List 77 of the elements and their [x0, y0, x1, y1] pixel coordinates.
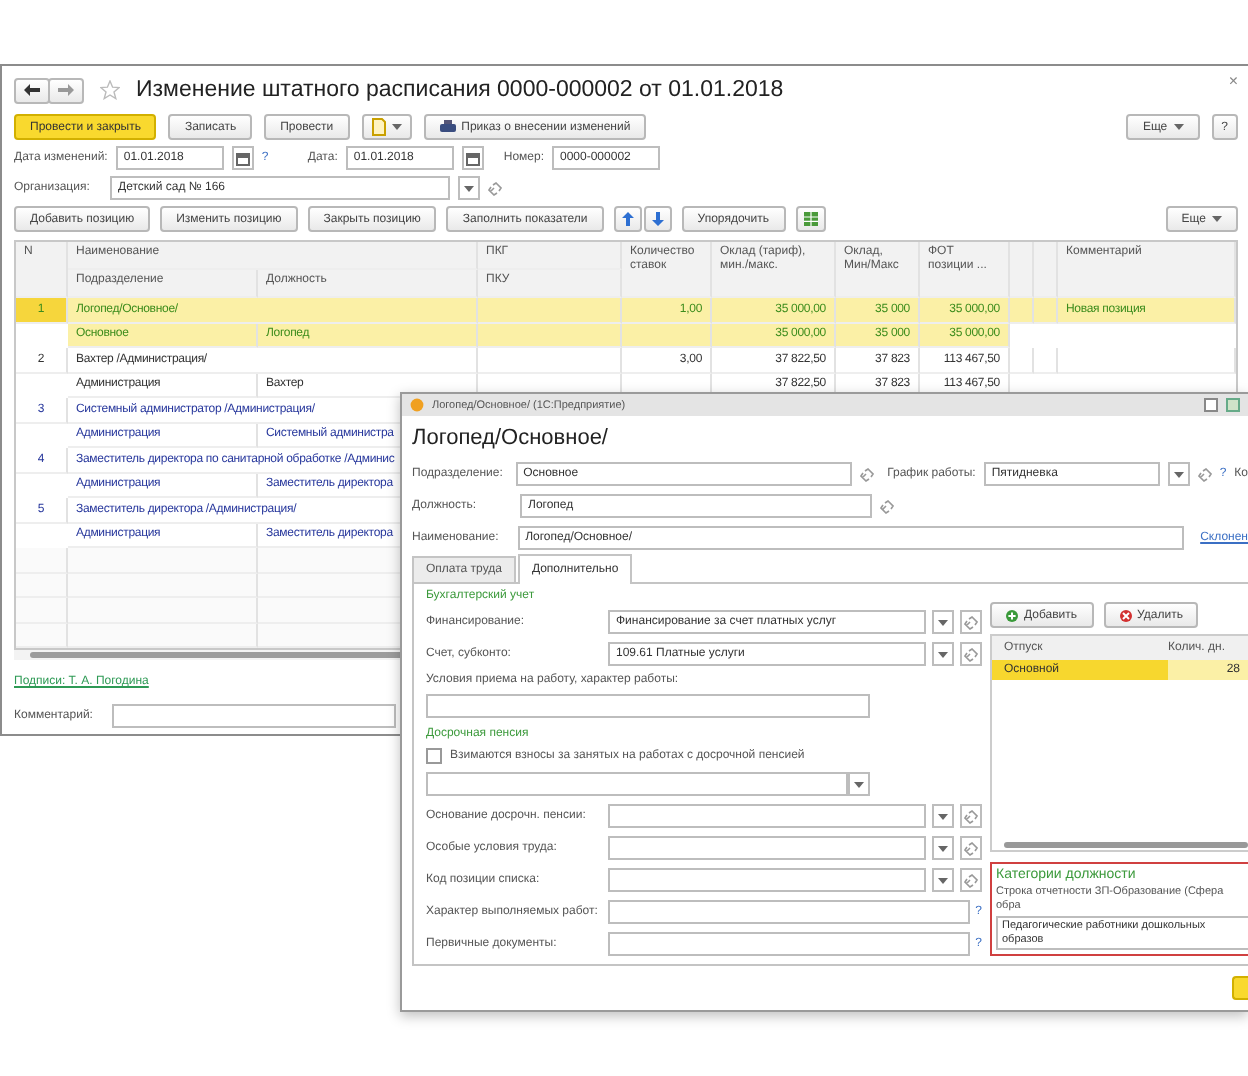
dropdown-button[interactable]	[932, 868, 954, 892]
dropdown-icon	[938, 877, 948, 883]
link-icon	[964, 841, 978, 855]
move-up-button[interactable]	[613, 206, 642, 232]
link-icon	[880, 499, 894, 513]
link-icon	[964, 647, 978, 661]
link-icon	[1197, 467, 1212, 481]
spreadsheet-icon	[803, 212, 818, 226]
dropdown-icon	[1173, 471, 1184, 477]
forward-arrow-icon	[58, 84, 74, 96]
select-field[interactable]	[608, 804, 926, 828]
table-cell	[1010, 298, 1034, 323]
back-button[interactable]	[14, 77, 50, 103]
close-button[interactable]: ×	[1228, 72, 1238, 90]
calendar-button[interactable]	[461, 146, 484, 170]
checkbox[interactable]	[426, 748, 442, 764]
back-arrow-icon	[24, 84, 40, 96]
plus-icon	[1006, 609, 1018, 621]
table-cell	[622, 323, 712, 348]
open-button[interactable]	[960, 642, 982, 666]
up-arrow-icon	[621, 212, 634, 226]
dropdown-icon	[1173, 124, 1184, 130]
dropdown-icon	[854, 781, 864, 787]
document-icon	[371, 118, 386, 136]
calendar-icon	[235, 151, 250, 165]
text-field[interactable]	[608, 932, 970, 956]
dropdown-button[interactable]	[932, 836, 954, 860]
table-cell	[478, 323, 622, 348]
dropdown-icon	[464, 185, 474, 191]
dropdown-button[interactable]	[458, 176, 480, 200]
dropdown-icon	[938, 813, 948, 819]
table-cell	[16, 573, 68, 598]
dropdown-icon	[1212, 216, 1222, 222]
open-button[interactable]	[960, 610, 982, 634]
text-field[interactable]	[608, 900, 970, 924]
select-field[interactable]	[608, 868, 926, 892]
table-cell	[16, 598, 68, 623]
table-cell	[1010, 348, 1034, 373]
window-title: Изменение штатного расписания 0000-000002 от 01.01.2018	[136, 78, 784, 102]
document-menu-button[interactable]	[361, 114, 412, 140]
dropdown-button[interactable]	[932, 804, 954, 828]
link-icon	[964, 873, 978, 887]
table-cell	[1010, 242, 1034, 298]
dropdown-icon	[938, 619, 948, 625]
action-button[interactable]	[1232, 976, 1248, 1000]
table-cell	[1034, 242, 1058, 298]
dropdown-icon	[938, 651, 948, 657]
dropdown-button[interactable]	[932, 642, 954, 666]
dropdown-icon	[391, 124, 402, 130]
printer-icon	[439, 120, 456, 134]
calendar-icon	[465, 151, 480, 165]
table-cell	[16, 548, 68, 573]
select-field[interactable]	[426, 772, 848, 796]
link-icon	[964, 615, 978, 629]
link-icon	[488, 181, 502, 195]
open-button[interactable]	[960, 804, 982, 828]
export-button[interactable]	[795, 206, 826, 232]
down-arrow-icon	[651, 212, 664, 226]
link-icon	[859, 467, 874, 481]
link-icon	[964, 809, 978, 823]
dropdown-button[interactable]	[932, 610, 954, 634]
table-cell	[1034, 298, 1058, 323]
table-cell	[1034, 348, 1058, 373]
text-area[interactable]	[426, 694, 870, 718]
dropdown-button[interactable]	[1167, 462, 1190, 486]
calendar-button[interactable]	[231, 146, 254, 170]
comment-field[interactable]	[112, 704, 397, 728]
remove-icon	[1119, 609, 1132, 621]
dropdown-icon	[938, 845, 948, 851]
open-button[interactable]	[960, 836, 982, 860]
star-icon[interactable]	[100, 80, 120, 100]
move-down-button[interactable]	[643, 206, 672, 232]
table-cell	[478, 298, 622, 323]
dropdown-button[interactable]	[848, 772, 870, 796]
select-field[interactable]	[608, 836, 926, 860]
app-logo-icon	[410, 398, 424, 412]
open-button[interactable]	[960, 868, 982, 892]
